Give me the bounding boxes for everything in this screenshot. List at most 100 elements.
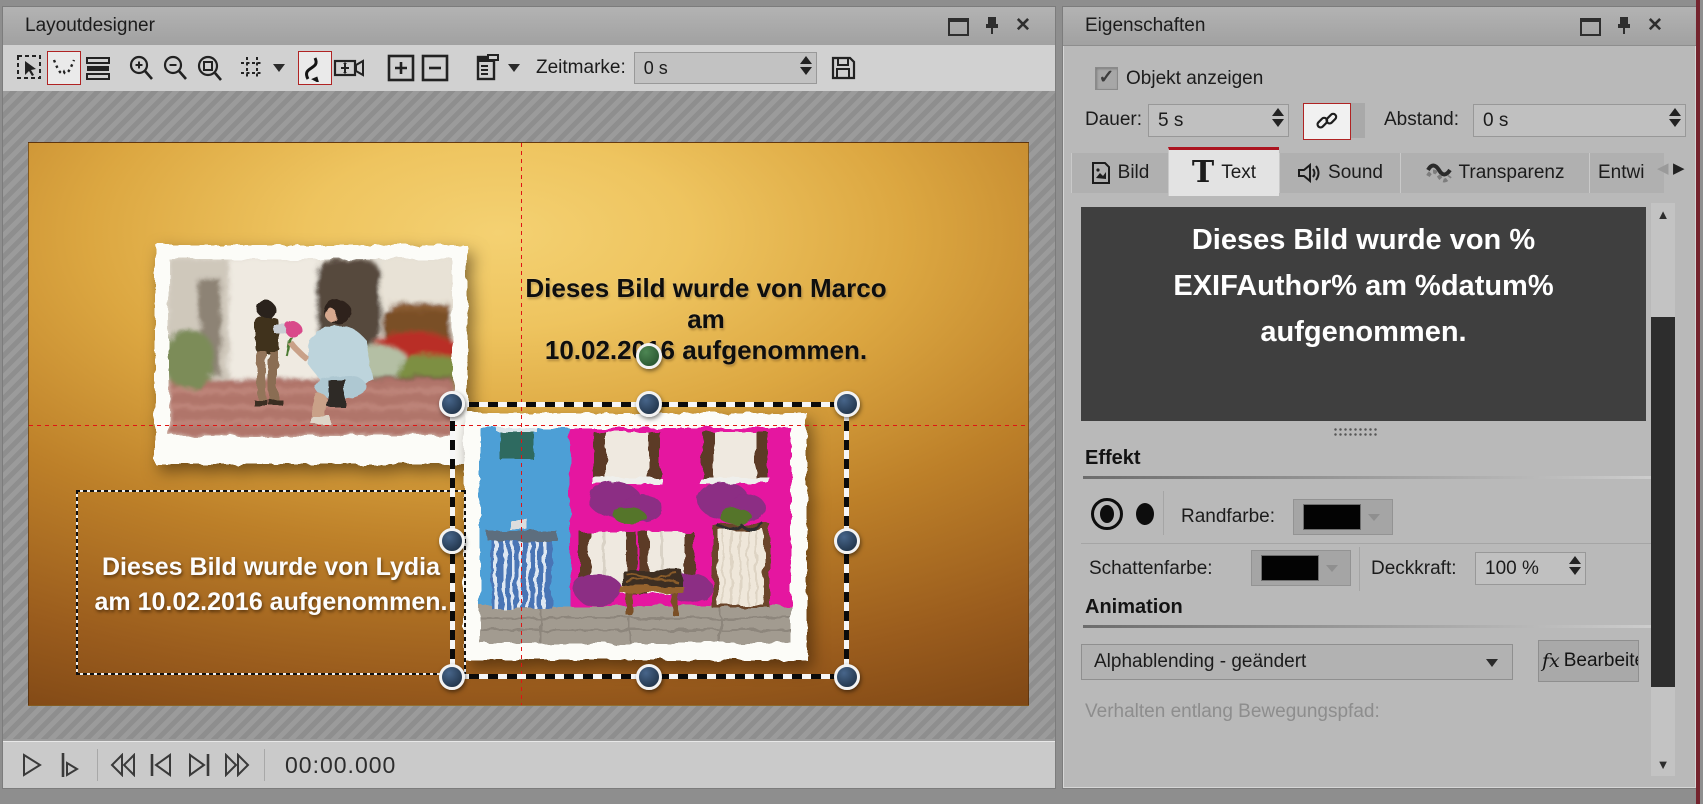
zeitmarke-spinner[interactable] — [800, 56, 812, 75]
previous-frame-button[interactable] — [146, 750, 176, 780]
abstand-input[interactable]: 0 s — [1473, 104, 1686, 137]
s-curve-icon — [302, 54, 328, 82]
window-maximize-icon[interactable] — [948, 18, 969, 36]
canvas-workspace: Dieses Bild wurde von Marco am 10.02.201… — [3, 91, 1055, 742]
animation-dropdown[interactable]: Alphablending - geändert — [1081, 644, 1513, 680]
zoom-in-icon — [127, 54, 155, 82]
rewind-button[interactable] — [108, 750, 138, 780]
panel-close-icon[interactable]: ✕ — [1647, 16, 1663, 36]
tab-transparenz[interactable]: Transparenz — [1400, 153, 1589, 193]
scroll-down-icon[interactable]: ▼ — [1651, 757, 1675, 772]
swatch-dropdown-arrow — [1368, 514, 1380, 521]
dauer-spinner[interactable] — [1272, 108, 1284, 127]
resize-handle-bottom-right[interactable] — [834, 664, 860, 690]
window-pin-icon[interactable] — [984, 16, 1000, 36]
playback-bar: 00:00.000 — [3, 741, 1055, 788]
panel-pin-icon[interactable] — [1616, 16, 1632, 36]
play-from-marker-button[interactable] — [55, 750, 85, 780]
verhalten-label: Verhalten entlang Bewegungspfad: — [1085, 701, 1380, 723]
layers-tool-button[interactable] — [81, 51, 115, 85]
properties-scrollbar[interactable]: ▲ ▼ — [1651, 203, 1675, 776]
link-dropdown-sliver[interactable] — [1351, 103, 1365, 138]
resize-handle-top-right[interactable] — [834, 391, 860, 417]
rotation-handle[interactable] — [636, 343, 662, 369]
border-style-ring-icon[interactable] — [1091, 498, 1123, 530]
panel-list-icon — [474, 54, 500, 82]
panel-layout-button[interactable] — [470, 51, 504, 85]
grid-dropdown-arrow[interactable] — [273, 64, 285, 72]
resize-handle-mid-left[interactable] — [439, 528, 465, 554]
schattenfarbe-swatch-dropdown[interactable] — [1251, 550, 1351, 586]
randfarbe-swatch-dropdown[interactable] — [1293, 499, 1393, 535]
schattenfarbe-color-black — [1261, 555, 1319, 581]
zoom-fit-button[interactable] — [192, 51, 226, 85]
add-object-button[interactable] — [384, 51, 418, 85]
grid-icon — [239, 55, 265, 81]
text-content-editor[interactable]: Dieses Bild wurde von % EXIFAuthor% am %… — [1081, 207, 1646, 421]
photo-object-1[interactable] — [155, 245, 467, 464]
slide-canvas[interactable]: Dieses Bild wurde von Marco am 10.02.201… — [28, 142, 1029, 706]
panel-maximize-icon[interactable] — [1580, 18, 1601, 36]
canvas-text-lydia-box[interactable]: Dieses Bild wurde von Lydia am 10.02.201… — [76, 490, 466, 675]
zeitmarke-label: Zeitmarke: — [536, 57, 626, 79]
layout-toolbar: Zeitmarke: 0 s — [3, 45, 1055, 92]
link-duration-button[interactable] — [1303, 103, 1351, 140]
abstand-spinner[interactable] — [1669, 108, 1681, 127]
tab-sound[interactable]: Sound — [1279, 153, 1400, 193]
deckkraft-label: Deckkraft: — [1371, 558, 1457, 580]
panel-layout-dropdown-arrow[interactable] — [508, 64, 520, 72]
remove-object-button[interactable] — [418, 51, 452, 85]
curve-select-tool-button[interactable] — [47, 51, 81, 85]
deckkraft-spinner[interactable] — [1569, 556, 1581, 575]
save-layout-button[interactable] — [826, 51, 860, 85]
rewind-icon — [109, 753, 137, 777]
tab-scroll-left-icon[interactable]: ◀ — [1657, 159, 1669, 177]
zoom-out-button[interactable] — [158, 51, 192, 85]
next-frame-button[interactable] — [184, 750, 214, 780]
scrollbar-thumb[interactable] — [1651, 317, 1675, 687]
tab-entwicklung[interactable]: Entwi — [1589, 153, 1664, 193]
resize-handle-mid-right[interactable] — [834, 528, 860, 554]
border-style-solid-icon[interactable] — [1136, 503, 1154, 525]
abstand-label: Abstand: — [1384, 109, 1459, 131]
canvas-text-marco[interactable]: Dieses Bild wurde von Marco am 10.02.201… — [517, 273, 895, 366]
zeitmarke-input[interactable]: 0 s — [634, 52, 817, 84]
object-show-label: Objekt anzeigen — [1126, 68, 1263, 90]
resize-handle-bottom-left[interactable] — [439, 664, 465, 690]
text-t-icon: T — [1192, 158, 1214, 188]
transparency-wave-icon — [1426, 163, 1452, 183]
fast-forward-button[interactable] — [222, 750, 252, 780]
photo-frame-torn — [155, 245, 467, 464]
canvas-text-lydia: Dieses Bild wurde von Lydia am 10.02.201… — [76, 550, 466, 620]
dauer-label: Dauer: — [1085, 109, 1142, 131]
animation-heading: Animation — [1085, 596, 1183, 619]
deckkraft-input[interactable]: 100 % — [1475, 552, 1586, 585]
resize-handle-bottom-center[interactable] — [636, 664, 662, 690]
zoom-in-button[interactable] — [124, 51, 158, 85]
tab-text[interactable]: T Text — [1168, 147, 1279, 196]
dauer-input[interactable]: 5 s — [1148, 104, 1289, 137]
tab-bild[interactable]: Bild — [1071, 153, 1168, 193]
window-close-icon[interactable]: ✕ — [1015, 16, 1031, 36]
layoutdesigner-titlebar: Layoutdesigner ✕ — [3, 7, 1055, 46]
resize-handle-top-left[interactable] — [439, 391, 465, 417]
motion-path-tool-button[interactable] — [298, 51, 332, 85]
camera-pan-tool-button[interactable] — [332, 51, 366, 85]
resize-grip[interactable] — [1333, 427, 1379, 438]
play-button[interactable] — [17, 750, 47, 780]
application-root: Layoutdesigner ✕ — [0, 0, 1703, 804]
object-show-checkbox[interactable]: ✓ — [1095, 67, 1118, 90]
selection-rectangle[interactable] — [452, 404, 847, 677]
select-tool-button[interactable] — [13, 51, 47, 85]
layers-icon — [85, 56, 111, 80]
grid-button[interactable] — [235, 51, 269, 85]
dropdown-arrow-icon — [1486, 659, 1498, 667]
next-frame-icon — [186, 753, 212, 777]
tab-scroll-right-icon[interactable]: ▶ — [1673, 159, 1685, 177]
eigenschaften-panel: Eigenschaften ✕ ✓ Objekt anzeigen Dauer:… — [1062, 6, 1697, 789]
eigenschaften-title: Eigenschaften — [1085, 15, 1205, 37]
image-icon — [1091, 161, 1111, 185]
scroll-up-icon[interactable]: ▲ — [1651, 207, 1675, 222]
resize-handle-top-center[interactable] — [636, 391, 662, 417]
bearbeiten-button[interactable]: fx Bearbeite — [1538, 640, 1639, 682]
